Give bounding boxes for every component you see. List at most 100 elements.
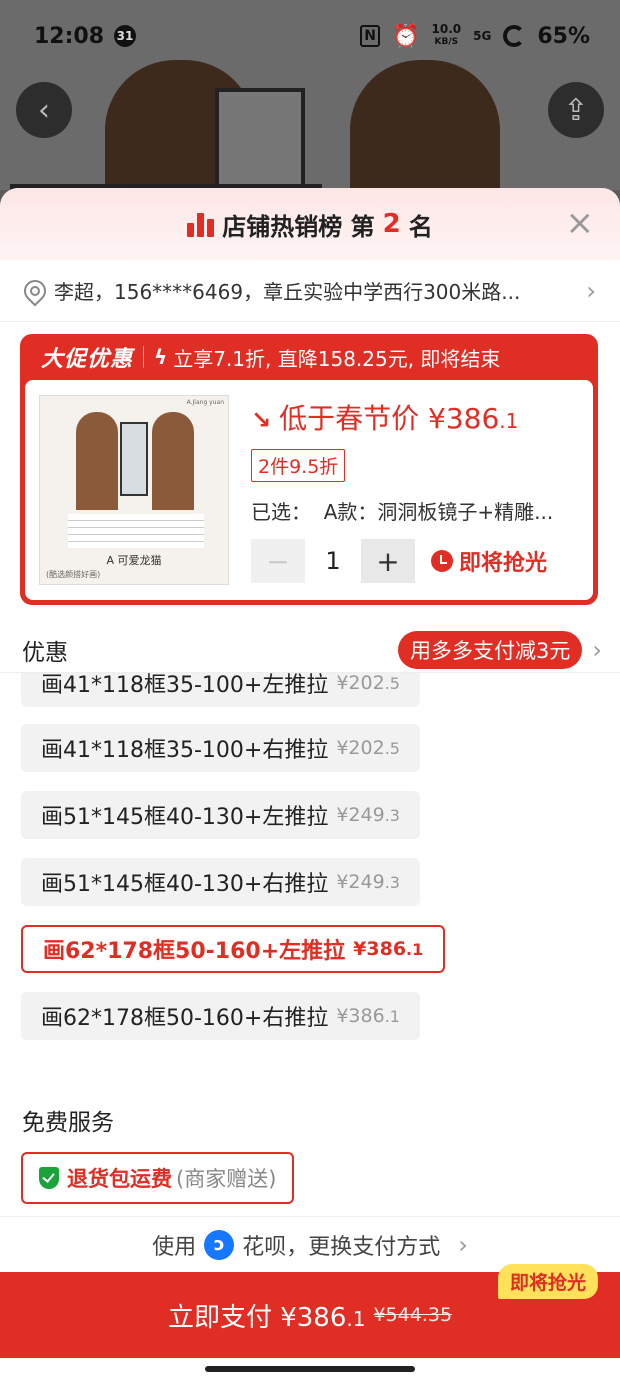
pay-amount: 立即支付 ¥386.1 (168, 1297, 366, 1334)
chevron-right-icon: › (592, 635, 602, 664)
original-price: ¥544.35 (373, 1304, 453, 1326)
product-image-frame-right (350, 60, 500, 190)
alarm-icon: ⏰ (392, 23, 420, 49)
pay-label: 立即支付 ¥386 (167, 1302, 347, 1333)
sku-selection-sheet: 店铺热销榜 第 2 名 × 李超，156****6469，章丘实验中学西行300… (0, 188, 620, 1386)
status-bar: 12:08 31 N ⏰ 10.0 KB/S 5G 65% (0, 0, 620, 72)
sku-price-main: ¥202 (336, 737, 385, 759)
sku-option[interactable]: 画41*118框35-100+右推拉 ¥202.5 (21, 724, 420, 772)
share-button[interactable]: ⇪ (548, 82, 604, 138)
thumb-brand: A.Jiang yuan (186, 399, 224, 406)
sku-option[interactable]: 画41*118框35-100+左推拉 ¥202.5 (21, 673, 420, 707)
sku-name: 画41*118框35-100+左推拉 (41, 673, 329, 698)
sku-name: 画41*118框35-100+右推拉 (41, 738, 329, 763)
sku-price-decimal: .3 (384, 873, 400, 892)
sku-option[interactable]: 画51*145框40-130+左推拉 ¥249.3 (21, 791, 420, 839)
sku-price: ¥202.5 (336, 673, 400, 694)
quantity-plus-button[interactable]: + (361, 539, 415, 583)
lightning-icon: ϟ (154, 345, 168, 369)
thumb-caption: (酷选颜搭好画) (46, 570, 101, 579)
share-icon: ⇪ (563, 92, 589, 128)
address-text: 李超，156****6469，章丘实验中学西行300米路... (54, 280, 521, 304)
rank-suffix: 名 (408, 212, 433, 241)
selected-variant: 已选： A款：洞洞板镜子+精雕... (251, 496, 577, 525)
net-speed: 10.0 KB/S (431, 22, 462, 48)
promo-box: 大促优惠 ϟ 立享7.1折, 直降158.25元, 即将结束 A.Jiang y… (20, 334, 598, 605)
sku-price: ¥386.1 (353, 938, 423, 960)
sku-price-main: ¥386 (336, 1005, 385, 1027)
price-main: 低于春节价 ¥386 (279, 402, 500, 435)
chevron-right-icon: › (586, 276, 596, 305)
close-icon[interactable]: × (566, 206, 595, 240)
shield-check-icon (39, 1167, 59, 1189)
service-main-label: 退货包运费 (67, 1167, 172, 1191)
service-sub-label: (商家赠送) (176, 1167, 277, 1191)
sku-option[interactable]: 画51*145框40-130+右推拉 ¥249.3 (21, 858, 420, 906)
selected-label: 已选： (251, 500, 311, 524)
promo-tag: 大促优惠 (41, 347, 134, 372)
home-indicator[interactable] (205, 1366, 415, 1372)
sku-price: ¥386.1 (336, 1005, 400, 1027)
sku-name: 画62*178框50-160+右推拉 (41, 1006, 329, 1031)
thumb-frame-left (76, 412, 118, 510)
battery-icon (503, 25, 526, 47)
sku-price-main: ¥249 (336, 804, 385, 826)
discount-label: 优惠 (22, 639, 68, 666)
sku-price-main: ¥386 (353, 938, 407, 960)
promo-separator (143, 346, 145, 368)
sellout-badge: 即将抢光 (497, 1264, 598, 1299)
return-shipping-service-chip[interactable]: 退货包运费 (商家赠送) (21, 1152, 295, 1204)
promo-banner: 大促优惠 ϟ 立享7.1折, 直降158.25元, 即将结束 (25, 334, 593, 380)
sku-name: 画51*145框40-130+右推拉 (41, 872, 329, 897)
sku-price: ¥249.3 (336, 871, 400, 893)
sheet-header: 店铺热销榜 第 2 名 × (0, 188, 620, 260)
product-thumbnail[interactable]: A.Jiang yuan A 可爱龙猫 (酷选颜搭好画) (39, 395, 229, 585)
sku-price: ¥249.3 (336, 804, 400, 826)
back-button[interactable]: ‹ (16, 82, 72, 138)
sku-price-decimal: .5 (384, 674, 400, 693)
sku-name: 画62*178框50-160+左推拉 (43, 939, 346, 964)
calendar-icon: 31 (114, 25, 137, 47)
battery-level: 65% (537, 23, 590, 49)
thumb-spec-table (68, 514, 204, 548)
rank-number: 2 (382, 209, 401, 239)
payment-discount-pill: 用多多支付减3元 (398, 630, 583, 669)
sku-price-main: ¥202 (336, 673, 385, 694)
payment-use-label: 使用 (152, 1234, 197, 1260)
net-speed-value: 10.0 (431, 22, 462, 36)
quantity-value[interactable]: 1 (305, 547, 361, 575)
trend-down-icon: ↘ (251, 406, 272, 434)
signal-icon: 5G (473, 29, 492, 43)
sku-name: 画51*145框40-130+左推拉 (41, 805, 329, 830)
sellout-label: 即将抢光 (459, 551, 548, 576)
net-speed-unit: KB/S (434, 37, 459, 47)
sku-option[interactable]: 画62*178框50-160+右推拉 ¥386.1 (21, 992, 420, 1040)
quantity-minus-button[interactable]: − (251, 539, 305, 583)
sku-price-decimal: .5 (384, 739, 400, 758)
free-services-title: 免费服务 (22, 1110, 114, 1136)
rank-text: 店铺热销榜 第 (222, 212, 375, 241)
price-line: ↘ 低于春节价 ¥386.1 (251, 397, 581, 437)
alarm-clock-icon (431, 550, 453, 572)
nfc-icon: N (360, 25, 381, 47)
discount-row[interactable]: 优惠 用多多支付减3元 › (0, 627, 620, 673)
sku-price: ¥202.5 (336, 737, 400, 759)
sku-price-main: ¥249 (336, 871, 385, 893)
sku-price-decimal: .1 (384, 1007, 400, 1026)
multi-buy-discount-tag: 2件9.5折 (251, 449, 346, 482)
product-image-mirror (215, 88, 305, 190)
status-time: 12:08 (34, 23, 105, 49)
thumb-label: A 可爱龙猫 (106, 554, 162, 567)
thumb-mirror (120, 422, 148, 496)
ranking-icon (187, 211, 215, 237)
address-row[interactable]: 李超，156****6469，章丘实验中学西行300米路... › (0, 260, 620, 322)
chevron-left-icon: ‹ (38, 92, 50, 128)
thumb-frame-right (152, 412, 194, 510)
product-info: ↘ 低于春节价 ¥386.1 2件9.5折 已选： A款：洞洞板镜子+精雕...… (229, 395, 581, 588)
huabei-icon: ↄ (204, 1229, 235, 1260)
sku-price-decimal: .1 (406, 940, 424, 959)
selected-value: A款：洞洞板镜子+精雕... (323, 500, 554, 524)
chevron-right-icon: › (458, 1230, 468, 1259)
quantity-stepper: − 1 + 即将抢光 (251, 539, 581, 583)
sku-option-selected[interactable]: 画62*178框50-160+左推拉 ¥386.1 (21, 925, 446, 973)
